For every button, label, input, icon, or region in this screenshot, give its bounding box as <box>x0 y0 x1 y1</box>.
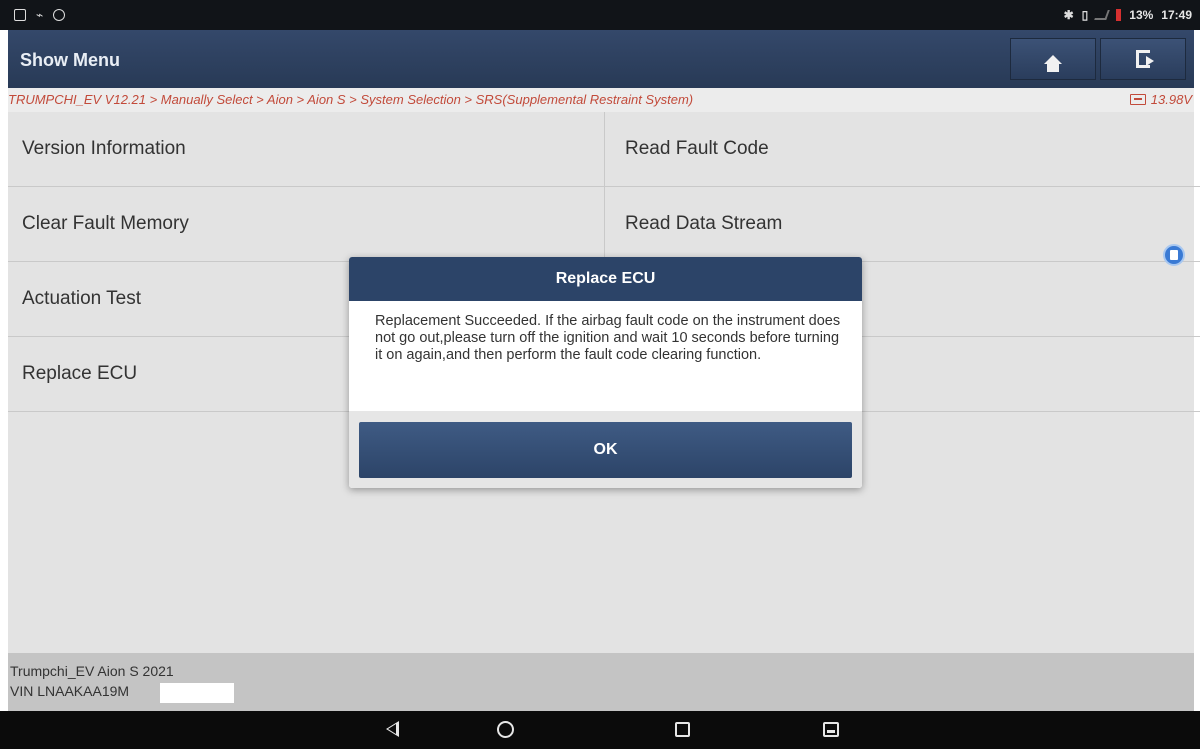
battery-percent: 13% <box>1129 8 1154 22</box>
exit-button[interactable] <box>1100 38 1186 80</box>
bluetooth-icon: ✱ <box>1063 8 1074 22</box>
clock: 17:49 <box>1161 8 1192 22</box>
back-icon[interactable] <box>386 721 399 737</box>
vibrate-icon: ▯ <box>1081 8 1089 22</box>
status-bar: ⌁ ✱ ▯ 13% 17:49 <box>0 0 1200 30</box>
menu-item-clear-fault-memory[interactable]: Clear Fault Memory <box>8 187 604 262</box>
menu-item-read-data-stream[interactable]: Read Data Stream <box>604 187 1200 262</box>
app-header: Show Menu <box>8 30 1194 88</box>
replace-ecu-dialog: Replace ECU Replacement Succeeded. If th… <box>349 257 862 488</box>
exit-icon <box>1136 50 1154 68</box>
recent-apps-icon[interactable] <box>675 722 690 737</box>
vehicle-info-footer: Trumpchi_EV Aion S 2021 VIN LNAAKAA19M <box>8 653 1194 711</box>
android-nav-bar <box>0 711 1200 749</box>
dialog-message: Replacement Succeeded. If the airbag fau… <box>375 313 841 363</box>
home-circle-icon[interactable] <box>497 721 514 738</box>
home-icon <box>1044 54 1062 72</box>
dialog-footer: OK <box>349 411 862 488</box>
voltage-value: 13.98V <box>1150 92 1192 107</box>
battery-voltage-icon <box>1129 94 1146 105</box>
document-icon <box>1170 250 1178 260</box>
floating-notes-button[interactable] <box>1163 244 1185 266</box>
breadcrumb-bar: TRUMPCHI_EV V12.21 > Manually Select > A… <box>8 88 1194 112</box>
home-button[interactable] <box>1010 38 1096 80</box>
page-title: Show Menu <box>20 50 120 70</box>
image-icon <box>14 9 26 21</box>
voltage-indicator: 13.98V <box>1129 92 1192 107</box>
settings-icon <box>53 9 66 21</box>
battery-icon <box>1116 9 1122 21</box>
ok-button[interactable]: OK <box>359 422 852 478</box>
vin-redaction <box>160 683 234 703</box>
screenshot-icon[interactable] <box>823 722 839 737</box>
breadcrumb: TRUMPCHI_EV V12.21 > Manually Select > A… <box>8 92 694 107</box>
menu-item-version-information[interactable]: Version Information <box>8 112 604 187</box>
menu-item-read-fault-code[interactable]: Read Fault Code <box>604 112 1200 187</box>
signal-icon <box>1094 10 1111 20</box>
vehicle-name: Trumpchi_EV Aion S 2021 <box>10 663 174 679</box>
dialog-title: Replace ECU <box>349 257 862 301</box>
vin-number: VIN LNAAKAA19M <box>10 683 130 699</box>
usb-icon: ⌁ <box>36 8 44 22</box>
